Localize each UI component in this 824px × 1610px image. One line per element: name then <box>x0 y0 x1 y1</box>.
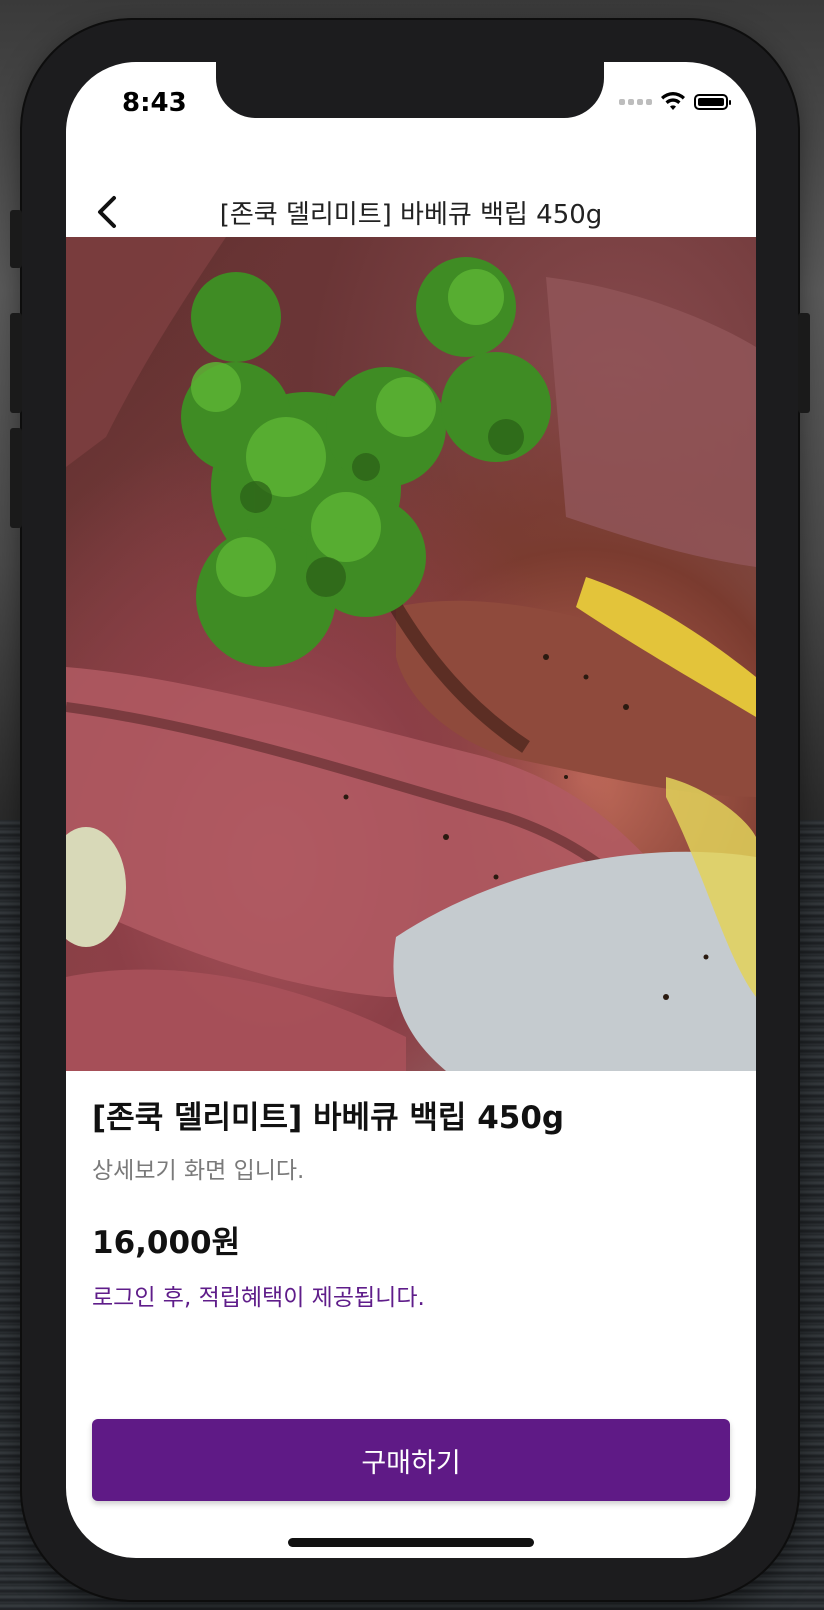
benefit-notice: 로그인 후, 적립혜택이 제공됩니다. <box>92 1285 425 1311</box>
back-button[interactable] <box>86 190 130 234</box>
chevron-left-icon <box>98 196 116 228</box>
home-indicator[interactable] <box>288 1538 534 1547</box>
mute-switch <box>10 210 22 268</box>
product-name: [존쿡 델리미트] 바베큐 백립 450g <box>92 1100 565 1136</box>
status-time: 8:43 <box>122 88 187 118</box>
product-info: [존쿡 델리미트] 바베큐 백립 450g 상세보기 화면 입니다. 16,00… <box>92 1092 730 1312</box>
wifi-icon <box>661 92 685 110</box>
app-screen: 8:43 [존쿡 델리미트] 바베큐 백립 450g [존쿡 델리미트] 바베큐… <box>66 62 756 1558</box>
signal-icon <box>619 99 652 105</box>
page-title: [존쿡 델리미트] 바베큐 백립 450g <box>219 200 603 230</box>
status-icons <box>619 92 731 112</box>
volume-up-button <box>10 313 22 413</box>
power-button <box>798 313 810 413</box>
product-description: 상세보기 화면 입니다. <box>92 1158 305 1184</box>
product-photo <box>66 237 756 1071</box>
notch <box>216 62 604 118</box>
product-image <box>66 237 756 1071</box>
battery-icon <box>694 94 731 110</box>
volume-down-button <box>10 428 22 528</box>
product-price: 16,000원 <box>92 1225 241 1261</box>
buy-button[interactable]: 구매하기 <box>92 1419 730 1501</box>
